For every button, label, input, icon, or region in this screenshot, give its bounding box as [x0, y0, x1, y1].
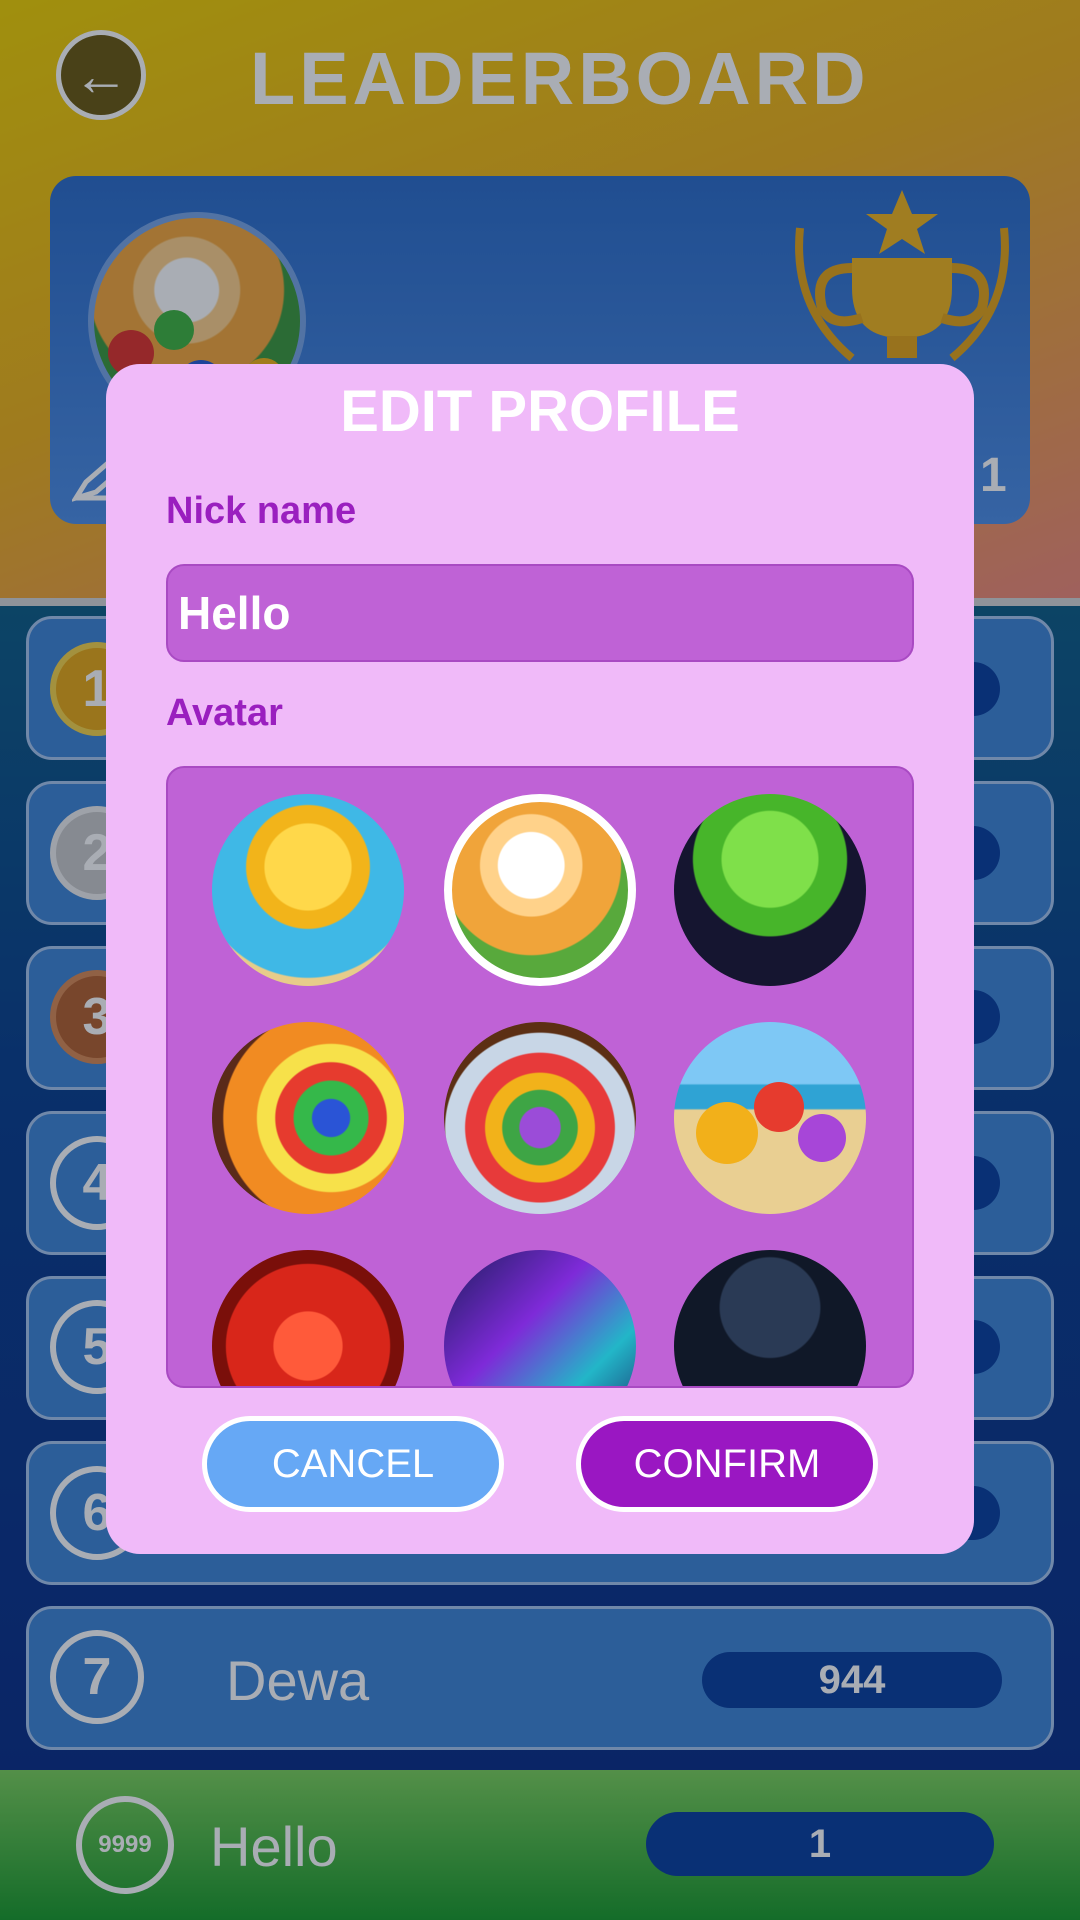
dialog-title: EDIT PROFILE: [340, 379, 740, 444]
candy-jar-avatar[interactable]: [444, 1022, 636, 1214]
nick-name-label: Nick name: [166, 490, 357, 532]
beach-balls-avatar[interactable]: [674, 1022, 866, 1214]
ball-yellow: [696, 1102, 758, 1164]
confirm-button[interactable]: CONFIRM: [576, 1416, 878, 1512]
neon-track-avatar[interactable]: [444, 1250, 636, 1386]
nick-name-input[interactable]: Hello: [166, 564, 914, 662]
duck-avatar[interactable]: [212, 794, 404, 986]
kitten-avatar[interactable]: [444, 794, 636, 986]
avatar-label: Avatar: [166, 692, 283, 734]
dog-avatar[interactable]: [212, 1250, 404, 1386]
hooded-player-avatar[interactable]: [674, 1250, 866, 1386]
alien-avatar[interactable]: [674, 794, 866, 986]
soccer-ball-avatar[interactable]: [212, 1022, 404, 1214]
avatar-grid[interactable]: [166, 766, 914, 1388]
ball-red: [754, 1082, 804, 1132]
ball-purple: [798, 1114, 846, 1162]
cancel-button[interactable]: CANCEL: [202, 1416, 504, 1512]
